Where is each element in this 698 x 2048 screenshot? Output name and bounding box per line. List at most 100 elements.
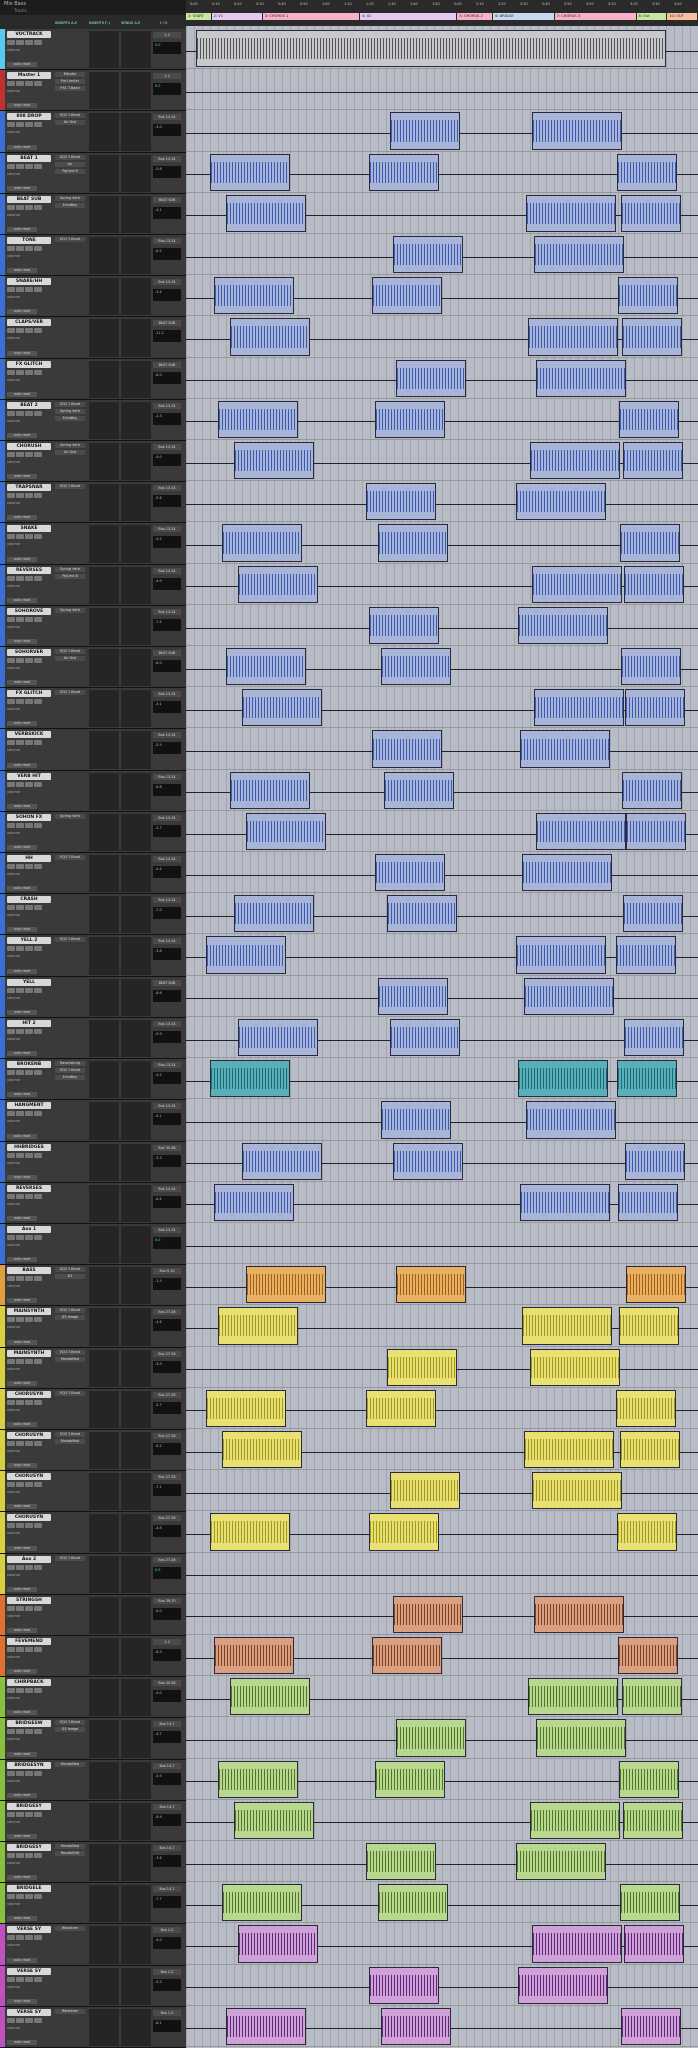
track-name[interactable]: REVERSES	[7, 566, 51, 574]
output-selector[interactable]: Bus 13-14	[153, 567, 181, 574]
track-view-label[interactable]: volume	[7, 1449, 20, 1453]
volume-readout[interactable]: -4.1	[153, 206, 181, 219]
track-strip[interactable]: HH volume auto read EQ3 7-Band Bus 13-14 -4.4	[0, 853, 186, 895]
output-selector[interactable]: Bus 13-14	[153, 897, 181, 904]
track-lane[interactable]	[186, 399, 698, 441]
sends-slot[interactable]	[121, 978, 151, 1016]
audio-clip[interactable]	[366, 483, 436, 521]
insert-slot[interactable]: MondoMod	[55, 1843, 85, 1849]
audio-clip[interactable]	[393, 1142, 463, 1180]
record-button[interactable]	[7, 1770, 15, 1776]
insert-slot[interactable]: EQ3 7-Band	[55, 1068, 85, 1074]
audio-clip[interactable]	[393, 1595, 463, 1633]
marker[interactable]: 4: V2	[360, 13, 457, 20]
track-name[interactable]: BEAT 1	[7, 154, 51, 162]
track-view-label[interactable]: volume	[7, 1243, 20, 1247]
track-name[interactable]: MAINSYNTH	[7, 1308, 51, 1316]
sends-slot[interactable]	[121, 566, 151, 604]
track-lane[interactable]	[186, 687, 698, 729]
record-button[interactable]	[7, 1276, 15, 1282]
solo-button[interactable]	[16, 946, 24, 952]
audio-clip[interactable]	[617, 1513, 677, 1551]
audio-clip[interactable]	[618, 1636, 678, 1675]
automation-mode[interactable]: auto read	[7, 1092, 37, 1098]
output-selector[interactable]: Bus 27-28	[153, 1432, 181, 1439]
track-name[interactable]: FX GLITCH	[7, 360, 51, 368]
audio-clip[interactable]	[226, 648, 306, 686]
track-lane[interactable]	[186, 1388, 698, 1429]
audio-clip[interactable]	[242, 1142, 322, 1180]
audio-clip[interactable]	[516, 936, 606, 974]
input-button[interactable]	[34, 699, 42, 705]
sends-slot[interactable]	[121, 1473, 151, 1511]
output-selector[interactable]: Bus 13-14	[153, 1020, 181, 1027]
sends-slot[interactable]	[121, 1926, 151, 1964]
input-button[interactable]	[34, 1193, 42, 1199]
output-selector[interactable]: Bus 13-14	[153, 856, 181, 863]
record-button[interactable]	[7, 369, 15, 375]
track-name[interactable]: YELL 2	[7, 937, 51, 945]
solo-button[interactable]	[16, 1646, 24, 1652]
automation-mode[interactable]: auto read	[7, 1545, 37, 1551]
automation-mode[interactable]: auto read	[7, 886, 37, 892]
track-name[interactable]: YELL	[7, 978, 51, 986]
input-button[interactable]	[34, 1688, 42, 1694]
mute-button[interactable]	[25, 1523, 33, 1529]
track-strip[interactable]: BEAT 2 volume auto read EQ3 7-Band Spring Ve…	[0, 399, 186, 442]
output-selector[interactable]: Bus 39-70	[153, 1597, 181, 1604]
automation-mode[interactable]: auto read	[7, 2039, 37, 2045]
inserts-fj-slot[interactable]	[89, 1390, 119, 1428]
automation-line[interactable]	[186, 1575, 698, 1577]
automation-mode[interactable]: auto read	[7, 1215, 37, 1221]
track-name[interactable]: SOHORVER	[7, 649, 51, 657]
record-button[interactable]	[7, 1399, 15, 1405]
track-name[interactable]: 808 DROP	[7, 113, 51, 121]
solo-button[interactable]	[16, 1193, 24, 1199]
automation-mode[interactable]: auto read	[7, 1009, 37, 1015]
solo-button[interactable]	[16, 410, 24, 416]
solo-button[interactable]	[16, 1358, 24, 1364]
input-button[interactable]	[34, 1234, 42, 1240]
input-button[interactable]	[34, 1729, 42, 1735]
audio-clip[interactable]	[230, 318, 310, 356]
record-button[interactable]	[7, 781, 15, 787]
volume-readout[interactable]: -4.4	[153, 866, 181, 879]
track-view-label[interactable]: volume	[7, 295, 20, 299]
track-lane[interactable]	[186, 1965, 698, 2006]
solo-button[interactable]	[16, 822, 24, 828]
mute-button[interactable]	[25, 204, 33, 210]
track-strip[interactable]: BASS volume auto read EQ3 7-Band D3 Bus 9-10 -…	[0, 1265, 186, 1307]
input-button[interactable]	[34, 1523, 42, 1529]
sends-slot[interactable]	[121, 1761, 151, 1799]
audio-clip[interactable]	[618, 1183, 678, 1221]
track-lane[interactable]	[186, 1923, 698, 1965]
track-view-label[interactable]: volume	[7, 1861, 20, 1865]
automation-line[interactable]	[186, 751, 698, 753]
volume-readout[interactable]: -3.4	[153, 289, 181, 302]
mute-button[interactable]	[25, 2017, 33, 2023]
volume-readout[interactable]: -3.3	[153, 1154, 181, 1167]
inserts-fj-slot[interactable]	[89, 1061, 119, 1099]
audio-clip[interactable]	[246, 1266, 326, 1304]
track-strip[interactable]: SNAKE volume auto read Bus 13-14 -9.2	[0, 523, 186, 565]
inserts-fj-slot[interactable]	[89, 443, 119, 481]
inserts-fj-slot[interactable]	[89, 1843, 119, 1882]
mute-button[interactable]	[25, 1976, 33, 1982]
insert-slot[interactable]: EQ3 7-Band	[55, 154, 85, 160]
sends-slot[interactable]	[121, 690, 151, 728]
record-button[interactable]	[7, 1976, 15, 1982]
automation-mode[interactable]: auto read	[7, 1998, 37, 2004]
input-button[interactable]	[34, 1111, 42, 1117]
sends-slot[interactable]	[121, 607, 151, 646]
track-strip[interactable]: BRIDGESYN volume auto read MondoMod Bus 14-7…	[0, 1759, 186, 1801]
mute-button[interactable]	[25, 658, 33, 664]
volume-readout[interactable]: 0.0	[153, 1566, 181, 1579]
track-lane[interactable]	[186, 893, 698, 935]
track-lane[interactable]	[186, 1717, 698, 1759]
insert-slot[interactable]: MAudio	[55, 72, 85, 78]
track-lane[interactable]	[186, 811, 698, 853]
volume-readout[interactable]: -5.6	[153, 495, 181, 508]
record-button[interactable]	[7, 122, 15, 128]
automation-mode[interactable]: auto read	[7, 227, 37, 233]
track-view-label[interactable]: volume	[7, 1573, 20, 1577]
